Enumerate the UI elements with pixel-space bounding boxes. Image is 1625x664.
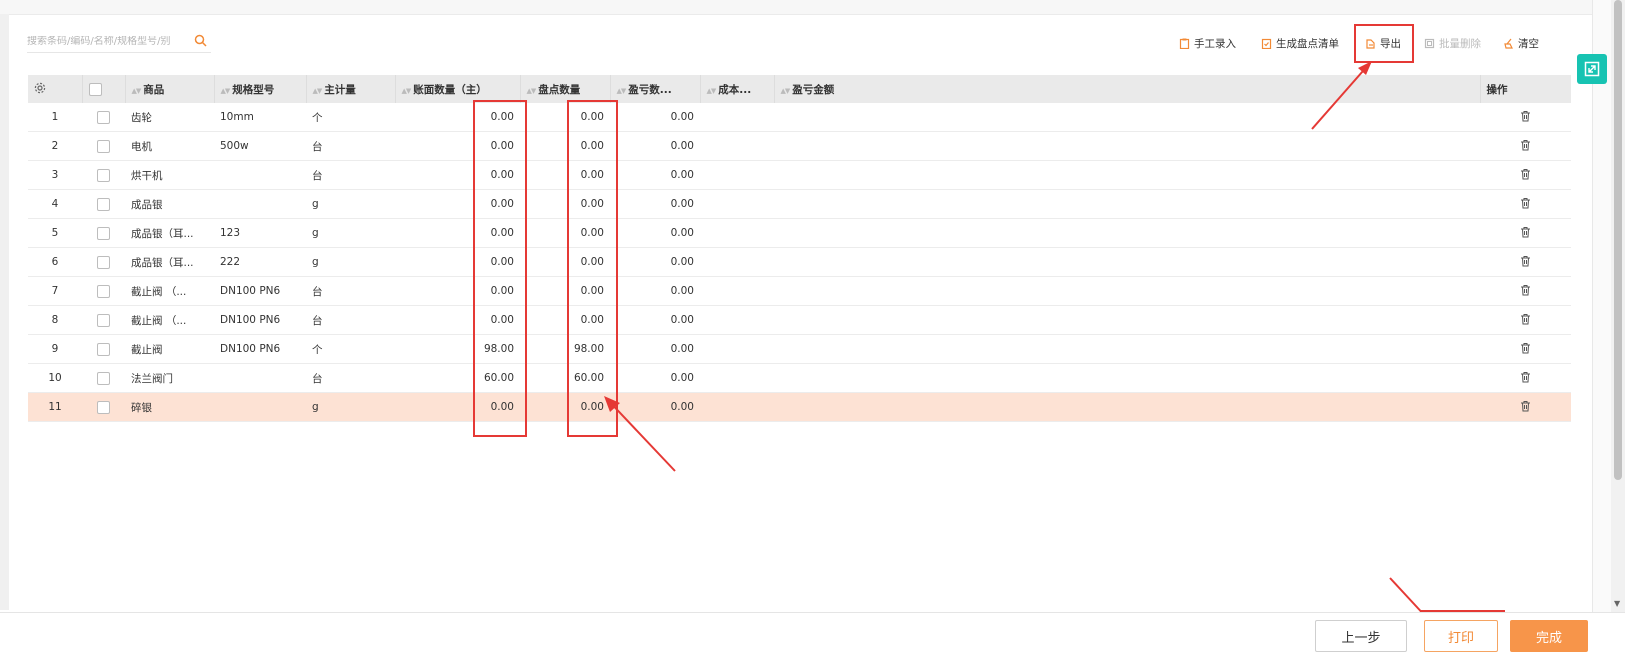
annotation-arrows bbox=[604, 61, 1443, 635]
prev-step-button[interactable]: 上一步 bbox=[1315, 620, 1407, 652]
print-button[interactable]: 打印 bbox=[1424, 620, 1498, 652]
done-button[interactable]: 完成 bbox=[1510, 620, 1588, 652]
